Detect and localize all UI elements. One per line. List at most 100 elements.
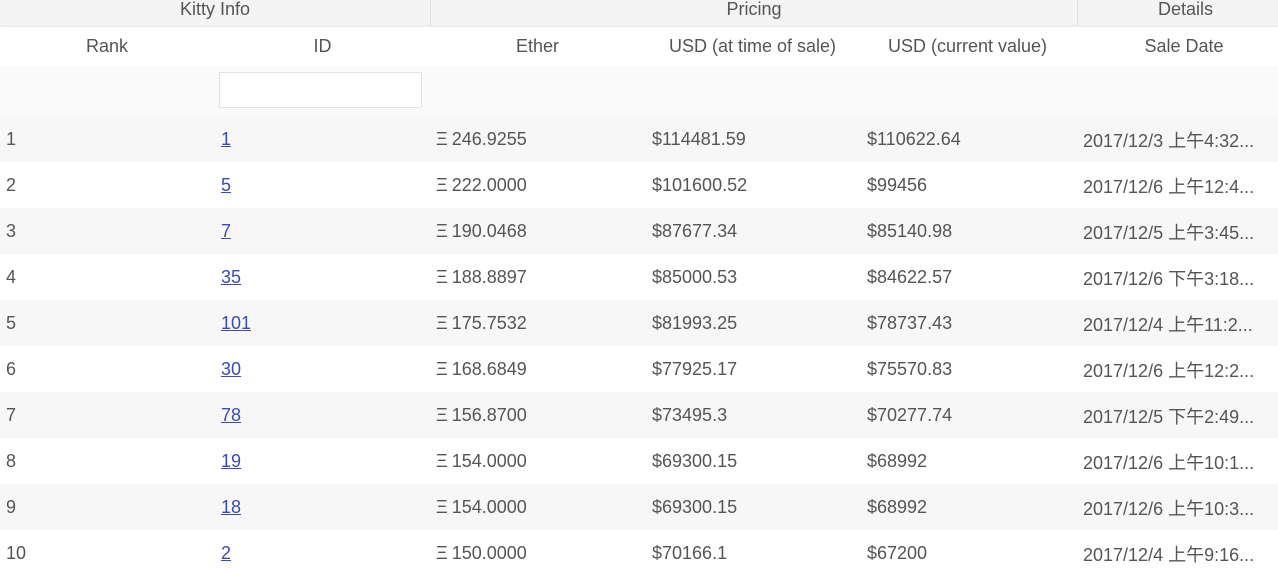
sale-date-cell: 2017/12/4 上午9:16... [1083,545,1255,565]
table-row: 7 78 Ξ 156.8700 $73495.3 $70277.74 2017/12/5 下… [0,392,1278,438]
ether-icon: Ξ [436,221,448,241]
header-usd-current[interactable]: USD (current value) [860,27,1075,67]
usd-sale-cell: $69300.15 [652,451,738,471]
group-kitty-info[interactable]: Kitty Info [0,0,430,26]
table-row: 8 19 Ξ 154.0000 $69300.15 $68992 2017/12/6 上午1… [0,438,1278,484]
sale-date-cell: 2017/12/6 上午10:3... [1083,499,1255,519]
table-row: 3 7 Ξ 190.0468 $87677.34 $85140.98 2017/12/5 上… [0,208,1278,254]
ether-cell: Ξ 188.8897 [436,254,636,300]
rank-cell: 2 [6,175,17,195]
table-row: 9 18 Ξ 154.0000 $69300.15 $68992 2017/12/6 上午1… [0,484,1278,530]
group-pricing[interactable]: Pricing [431,0,1077,26]
usd-sale-cell: $85000.53 [652,267,738,287]
group-details[interactable]: Details [1078,0,1278,26]
header-rank[interactable]: Rank [0,27,214,67]
usd-sale-cell: $101600.52 [652,175,748,195]
kitty-id-link[interactable]: 78 [221,405,241,425]
ether-value: 188.8897 [451,267,527,287]
ether-cell: Ξ 175.7532 [436,300,636,346]
usd-sale-cell: $77925.17 [652,359,738,379]
kitty-id-link[interactable]: 18 [221,497,241,517]
rank-cell: 4 [6,267,17,287]
ether-icon: Ξ [436,543,448,563]
id-cell: 19 [221,438,411,484]
table-row: 4 35 Ξ 188.8897 $85000.53 $84622.57 2017/12/6 … [0,254,1278,300]
usd-sale-cell: $114481.59 [652,129,746,149]
rank-cell: 5 [6,313,17,333]
ether-value: 168.6849 [451,359,527,379]
id-cell: 35 [221,254,411,300]
usd-sale-cell: $69300.15 [652,497,738,517]
id-cell: 18 [221,484,411,530]
kitty-id-link[interactable]: 19 [221,451,241,471]
ether-cell: Ξ 156.8700 [436,392,636,438]
usd-current-cell: $99456 [867,175,928,195]
rank-cell: 1 [6,129,17,149]
ether-icon: Ξ [436,313,448,333]
ether-icon: Ξ [436,497,448,517]
ether-value: 246.9255 [451,129,527,149]
usd-current-cell: $110622.64 [867,129,961,149]
rank-cell: 6 [6,359,17,379]
ether-value: 150.0000 [451,543,527,563]
ether-value: 222.0000 [451,175,527,195]
ether-icon: Ξ [436,129,448,149]
kitty-id-link[interactable]: 7 [221,221,231,241]
usd-sale-cell: $87677.34 [652,221,738,241]
header-ether[interactable]: Ether [430,27,645,67]
sale-date-cell: 2017/12/5 下午2:49... [1083,407,1255,427]
table-row: 6 30 Ξ 168.6849 $77925.17 $75570.83 2017/12/6 … [0,346,1278,392]
sale-date-cell: 2017/12/6 上午12:2... [1083,361,1255,381]
ether-icon: Ξ [436,451,448,471]
ether-cell: Ξ 246.9255 [436,116,636,162]
usd-sale-cell: $73495.3 [652,405,728,425]
ether-value: 154.0000 [451,451,527,471]
table-row: 1 1 Ξ 246.9255 $114481.59 $110622.64 2017/12/3… [0,116,1278,162]
usd-sale-cell: $70166.1 [652,543,728,563]
usd-current-cell: $70277.74 [867,405,953,425]
sale-date-cell: 2017/12/5 上午3:45... [1083,223,1255,243]
header-id[interactable]: ID [215,27,430,67]
ether-icon: Ξ [436,359,448,379]
ether-cell: Ξ 222.0000 [436,162,636,208]
ether-icon: Ξ [436,267,448,287]
usd-current-cell: $84622.57 [867,267,953,287]
header-sale-date[interactable]: Sale Date [1075,27,1278,67]
table-row: 10 2 Ξ 150.0000 $70166.1 $67200 2017/12/4 上午9:… [0,530,1278,568]
ether-cell: Ξ 190.0468 [436,208,636,254]
usd-current-cell: $78737.43 [867,313,953,333]
kitty-id-link[interactable]: 101 [221,313,251,333]
id-cell: 2 [221,530,411,568]
column-group-header: Kitty Info Pricing Details [0,0,1278,26]
kitty-id-link[interactable]: 1 [221,129,231,149]
id-filter-input[interactable] [219,72,422,108]
id-cell: 1 [221,116,411,162]
ether-icon: Ξ [436,405,448,425]
sale-date-cell: 2017/12/4 上午11:2... [1083,315,1253,335]
ether-icon: Ξ [436,175,448,195]
ether-value: 154.0000 [451,497,527,517]
ether-cell: Ξ 168.6849 [436,346,636,392]
sale-date-cell: 2017/12/6 下午3:18... [1083,269,1255,289]
id-cell: 78 [221,392,411,438]
header-usd-sale[interactable]: USD (at time of sale) [645,27,860,67]
rank-cell: 8 [6,451,17,471]
usd-current-cell: $75570.83 [867,359,953,379]
kitty-id-link[interactable]: 30 [221,359,241,379]
ether-value: 175.7532 [451,313,527,333]
filter-row [0,66,1278,116]
id-cell: 5 [221,162,411,208]
kitty-id-link[interactable]: 35 [221,267,241,287]
rank-cell: 9 [6,497,17,517]
usd-sale-cell: $81993.25 [652,313,738,333]
kitty-id-link[interactable]: 5 [221,175,231,195]
ether-value: 156.8700 [451,405,527,425]
usd-current-cell: $67200 [867,543,928,563]
kitty-id-link[interactable]: 2 [221,543,231,563]
column-header: Rank ID Ether USD (at time of sale) USD … [0,26,1278,66]
id-cell: 101 [221,300,411,346]
usd-current-cell: $85140.98 [867,221,953,241]
ether-cell: Ξ 154.0000 [436,438,636,484]
sale-date-cell: 2017/12/3 上午4:32... [1083,131,1255,151]
rank-cell: 3 [6,221,17,241]
